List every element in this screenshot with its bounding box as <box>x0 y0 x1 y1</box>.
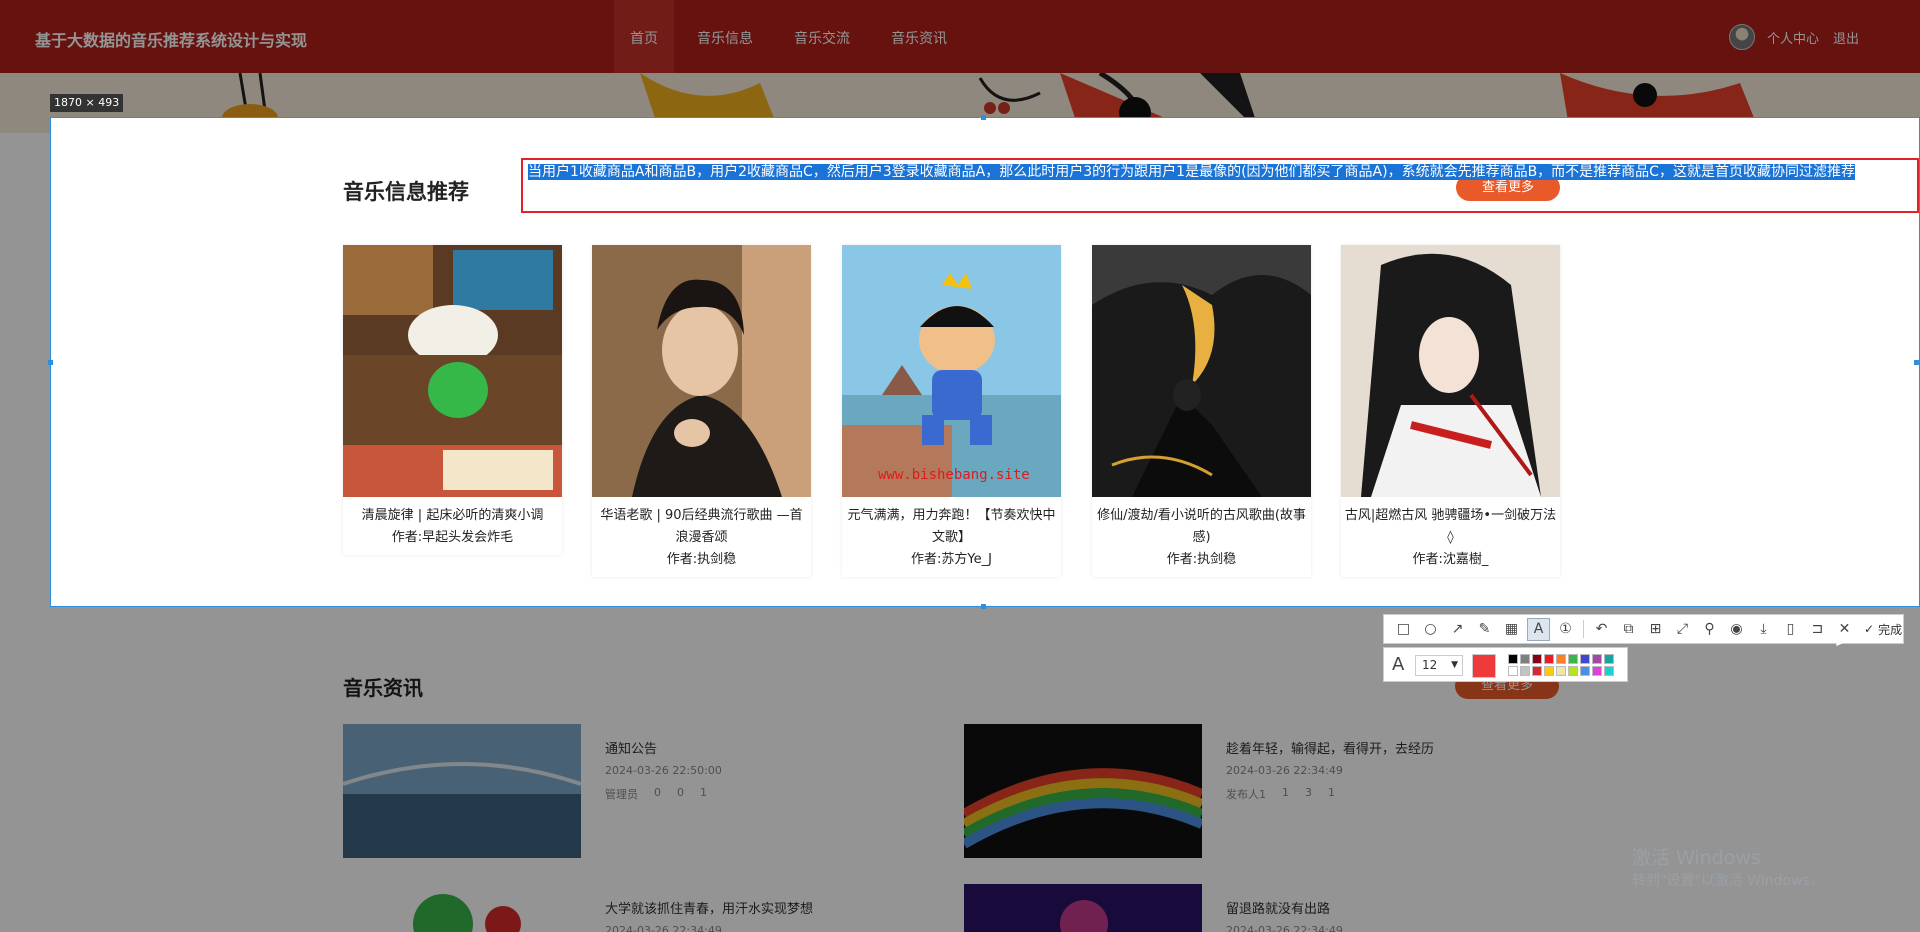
music-cover <box>1341 245 1560 497</box>
color-swatch[interactable] <box>1508 654 1518 664</box>
font-icon: A <box>1392 654 1405 675</box>
toolbar-divider <box>1583 620 1584 638</box>
text-style-subbar: A 12 ▼ <box>1383 647 1628 682</box>
color-swatch[interactable] <box>1568 666 1578 676</box>
color-swatch[interactable] <box>1604 666 1614 676</box>
annotation-text[interactable]: 当用户1收藏商品A和商品B，用户2收藏商品C，然后用户3登录收藏商品A，那么此时… <box>528 162 1913 183</box>
selection-handle[interactable] <box>981 115 986 120</box>
color-swatch[interactable] <box>1508 666 1518 676</box>
color-swatch[interactable] <box>1580 666 1590 676</box>
music-card-author: 作者:沈嘉樹_ <box>1412 552 1489 567</box>
recommend-section-title: 音乐信息推荐 <box>343 180 469 204</box>
color-swatch[interactable] <box>1544 666 1554 676</box>
color-swatch[interactable] <box>1604 654 1614 664</box>
music-cover: www.bishebang.site <box>842 245 1061 497</box>
music-card[interactable]: www.bishebang.site 元气满满，用力奔跑！【节奏欢快中文歌】 作… <box>842 245 1061 577</box>
music-card[interactable]: 修仙/渡劫/看小说听的古风歌曲(故事感) 作者:执剑稳 <box>1092 245 1311 577</box>
music-cover <box>592 245 811 497</box>
cover-image <box>343 245 562 497</box>
windows-activate-hint: 转到"设置"以激活 Windows。 <box>1632 873 1824 889</box>
color-swatch[interactable] <box>1568 654 1578 664</box>
font-size-select[interactable]: 12 ▼ <box>1415 655 1463 676</box>
color-swatch[interactable] <box>1520 666 1530 676</box>
music-card[interactable]: 古风|超燃古风 驰骋疆场•一剑破万法◊ 作者:沈嘉樹_ <box>1341 245 1560 577</box>
phone-icon[interactable]: ▯ <box>1779 618 1802 641</box>
music-card-title: 古风|超燃古风 驰骋疆场•一剑破万法◊ <box>1344 508 1557 545</box>
selection-handle[interactable] <box>981 604 986 609</box>
windows-activate-title: 激活 Windows <box>1632 847 1761 869</box>
cover-image <box>1341 245 1560 497</box>
ellipse-icon[interactable]: ○ <box>1419 618 1442 641</box>
music-card-author: 作者:早起头发会炸毛 <box>391 530 514 545</box>
color-swatch[interactable] <box>1532 654 1542 664</box>
cover-image <box>842 245 1061 497</box>
done-button[interactable]: ✓ 完成 <box>1864 621 1902 638</box>
music-cover <box>343 245 562 497</box>
music-cover <box>1092 245 1311 497</box>
scroll-capture-icon[interactable]: ⤢ <box>1671 618 1694 641</box>
translate-icon[interactable]: ⊞ <box>1644 618 1667 641</box>
download-icon[interactable]: ⤓ <box>1752 618 1775 641</box>
color-swatch[interactable] <box>1580 654 1590 664</box>
font-size-value: 12 <box>1422 658 1438 672</box>
pin-icon[interactable]: ⚲ <box>1698 618 1721 641</box>
ocr-icon[interactable]: ⧉ <box>1617 618 1640 641</box>
music-card-title: 清晨旋律 | 起床必听的清爽小调 <box>361 508 544 523</box>
cover-image <box>592 245 811 497</box>
annotation-text-content: 当用户1收藏商品A和商品B，用户2收藏商品C，然后用户3登录收藏商品A，那么此时… <box>528 164 1855 180</box>
mosaic-icon[interactable]: ▦ <box>1500 618 1523 641</box>
color-swatch[interactable] <box>1592 666 1602 676</box>
check-icon: ✓ <box>1864 622 1875 636</box>
selection-size-label: 1870 × 493 <box>50 94 124 112</box>
color-swatch[interactable] <box>1532 666 1542 676</box>
bookmark-icon[interactable]: ⊐ <box>1806 618 1829 641</box>
selection-handle[interactable] <box>1914 360 1919 365</box>
pencil-icon[interactable]: ✎ <box>1473 618 1496 641</box>
undo-icon[interactable]: ↶ <box>1590 618 1613 641</box>
color-swatch[interactable] <box>1544 654 1554 664</box>
text-icon[interactable]: A <box>1527 617 1550 641</box>
music-card-title: 元气满满，用力奔跑！【节奏欢快中文歌】 <box>847 508 1056 545</box>
number-icon[interactable]: ① <box>1554 618 1577 641</box>
color-swatch[interactable] <box>1556 654 1566 664</box>
arrow-icon[interactable]: ↗ <box>1446 618 1469 641</box>
selection-handle[interactable] <box>48 360 53 365</box>
music-card-author: 作者:苏方Ye_J <box>911 552 992 567</box>
music-card-title: 华语老歌 | 90后经典流行歌曲 —首浪漫香颂 <box>600 508 803 545</box>
record-icon[interactable]: ◉ <box>1725 618 1748 641</box>
color-swatch[interactable] <box>1556 666 1566 676</box>
current-color-swatch[interactable] <box>1472 654 1496 678</box>
color-swatch[interactable] <box>1520 654 1530 664</box>
music-card-author: 作者:执剑稳 <box>666 552 737 567</box>
site-watermark: www.bishebang.site <box>878 467 1030 483</box>
color-swatch[interactable] <box>1592 654 1602 664</box>
music-card[interactable]: 清晨旋律 | 起床必听的清爽小调 作者:早起头发会炸毛 <box>343 245 562 555</box>
rectangle-icon[interactable]: □ <box>1392 618 1415 641</box>
cover-image <box>1092 245 1311 497</box>
music-card-author: 作者:执剑稳 <box>1166 552 1237 567</box>
chevron-down-icon: ▼ <box>1451 660 1458 670</box>
screenshot-toolbar: □ ○ ↗ ✎ ▦ A ① ↶ ⧉ ⊞ ⤢ ⚲ ◉ ⤓ ▯ ⊐ ✕ ✓ 完成 <box>1383 614 1904 644</box>
music-card-title: 修仙/渡劫/看小说听的古风歌曲(故事感) <box>1097 508 1306 545</box>
done-label: 完成 <box>1878 622 1903 637</box>
music-card[interactable]: 华语老歌 | 90后经典流行歌曲 —首浪漫香颂 作者:执剑稳 <box>592 245 811 577</box>
